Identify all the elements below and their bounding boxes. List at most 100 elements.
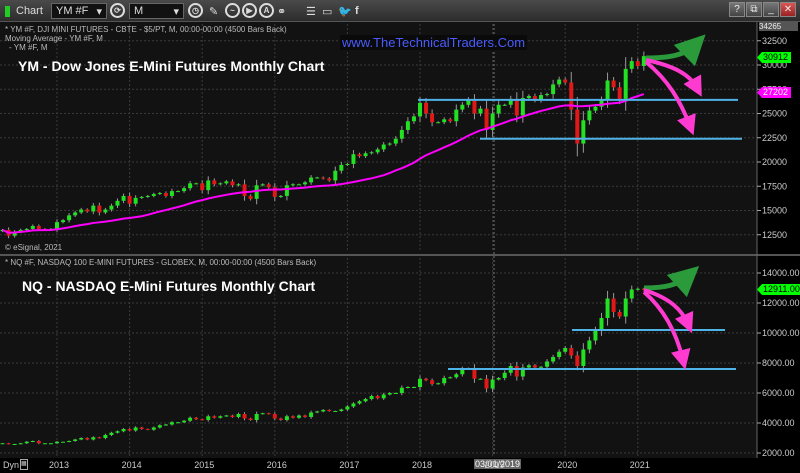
- symbol-select[interactable]: YM #F ▾: [51, 3, 107, 19]
- nq-candle: [393, 393, 398, 394]
- ym-candle: [430, 113, 435, 123]
- ym-candle: [593, 106, 598, 111]
- nq-candle: [151, 427, 156, 430]
- y-tick-label: 4000.00: [762, 418, 795, 428]
- nq-candle: [91, 437, 96, 440]
- nq-candle: [532, 365, 537, 368]
- ym-candle: [200, 183, 205, 191]
- pane-divider[interactable]: [0, 254, 800, 256]
- y-tick-label: 15000: [762, 206, 787, 216]
- ym-candle: [605, 80, 610, 100]
- nq-candle: [290, 416, 295, 418]
- nq-candle: [539, 366, 543, 368]
- nq-candle: [0, 443, 5, 445]
- nq-candle: [411, 387, 416, 388]
- ym-series-header: * YM #F, DJI MINI FUTURES - CBTE - $5/PT…: [5, 25, 287, 34]
- nq-candle: [629, 289, 634, 299]
- nq-candle: [145, 429, 150, 430]
- ym-candle: [448, 119, 453, 122]
- nq-candle: [635, 288, 640, 290]
- minimize-button[interactable]: _: [763, 2, 779, 17]
- twitter-icon[interactable]: 🐦: [338, 3, 352, 19]
- play-icon[interactable]: ▶: [242, 3, 257, 18]
- nq-candle: [55, 441, 59, 444]
- nq-candle: [448, 377, 453, 379]
- ym-ma-tag: 27202: [757, 87, 792, 98]
- nq-candle: [327, 409, 332, 411]
- restore-button[interactable]: ⧉: [746, 2, 762, 17]
- dropdown-arrow-icon: ▾: [96, 5, 102, 18]
- nq-candle: [514, 366, 519, 377]
- nq-candle: [551, 357, 556, 362]
- ym-candle: [351, 154, 356, 164]
- y-tick-label: 25000: [762, 109, 787, 119]
- y-tick-label: 10000.00: [762, 328, 800, 338]
- ym-candle: [393, 138, 398, 144]
- nq-candle: [206, 416, 211, 420]
- nq-candle: [563, 348, 568, 352]
- ym-candle: [194, 183, 199, 185]
- ym-candle: [139, 196, 144, 198]
- layout-icon[interactable]: ☰: [306, 3, 316, 19]
- nq-candle: [581, 349, 586, 366]
- nq-candle: [478, 378, 483, 380]
- facebook-icon[interactable]: f: [355, 3, 359, 19]
- clock-icon[interactable]: ◷: [188, 3, 203, 18]
- nq-candle: [599, 318, 604, 331]
- ym-candle: [127, 195, 132, 204]
- nq-candle: [139, 427, 144, 429]
- nq-candle: [357, 401, 362, 404]
- ym-candle: [85, 209, 90, 212]
- nq-candle: [248, 418, 253, 420]
- nq-candle: [303, 415, 308, 417]
- nq-candle: [79, 438, 84, 440]
- ym-candle: [514, 98, 519, 116]
- y-tick-label: 14000.00: [762, 268, 800, 278]
- x-tick-label: 2021: [629, 460, 650, 470]
- y-tick-label: 12500: [762, 230, 787, 240]
- ym-candle: [176, 191, 180, 193]
- nq-candle: [73, 439, 78, 441]
- nq-candle: [484, 378, 489, 389]
- ym-candle: [387, 143, 392, 145]
- ym-candle: [224, 181, 229, 184]
- nq-candle: [188, 417, 193, 421]
- nq-series-header: * NQ #F, NASDAQ 100 E-MINI FUTURES - GLO…: [5, 258, 317, 267]
- nq-candle: [182, 420, 187, 423]
- nq-candle: [176, 422, 180, 424]
- interval-select[interactable]: M ▾: [129, 3, 184, 19]
- ym-candle: [254, 185, 259, 199]
- nq-candle: [345, 406, 350, 410]
- pencil-icon[interactable]: ✎: [209, 3, 218, 19]
- nq-candle: [218, 416, 223, 418]
- nq-candle: [121, 429, 126, 432]
- ym-candle: [248, 195, 253, 199]
- alert-icon[interactable]: A: [259, 3, 274, 18]
- nq-candle: [230, 415, 235, 417]
- chart-canvas[interactable]: 1250015000175002000022500250002750030000…: [0, 22, 800, 473]
- nq-candle: [24, 441, 29, 444]
- ym-candle: [436, 122, 441, 124]
- nq-candle: [587, 340, 592, 350]
- dyn-label[interactable]: Dyn: [3, 460, 19, 470]
- ym-candle: [284, 185, 289, 196]
- ym-candle: [635, 61, 640, 66]
- ym-candle: [290, 184, 295, 186]
- nq-candle: [545, 361, 550, 367]
- ym-candle: [563, 79, 568, 83]
- ym-candle: [163, 193, 168, 196]
- help-button[interactable]: ?: [729, 2, 745, 17]
- ym-candle: [484, 108, 489, 130]
- ym-candle: [133, 197, 138, 204]
- chat-icon[interactable]: ▭: [322, 3, 332, 19]
- x-tick-label: 2018: [412, 460, 433, 470]
- close-button[interactable]: ✕: [780, 2, 796, 17]
- dyn-toggle-icon[interactable]: ▦: [20, 459, 28, 470]
- link-icon[interactable]: ⚭: [277, 3, 286, 19]
- ym-candle: [496, 104, 501, 114]
- symbol-link-icon[interactable]: ⟳: [110, 3, 125, 18]
- dropdown-arrow-icon: ▾: [173, 5, 179, 18]
- study-icon[interactable]: ~: [225, 3, 240, 18]
- ym-candle: [67, 215, 72, 221]
- nq-candle: [266, 413, 271, 415]
